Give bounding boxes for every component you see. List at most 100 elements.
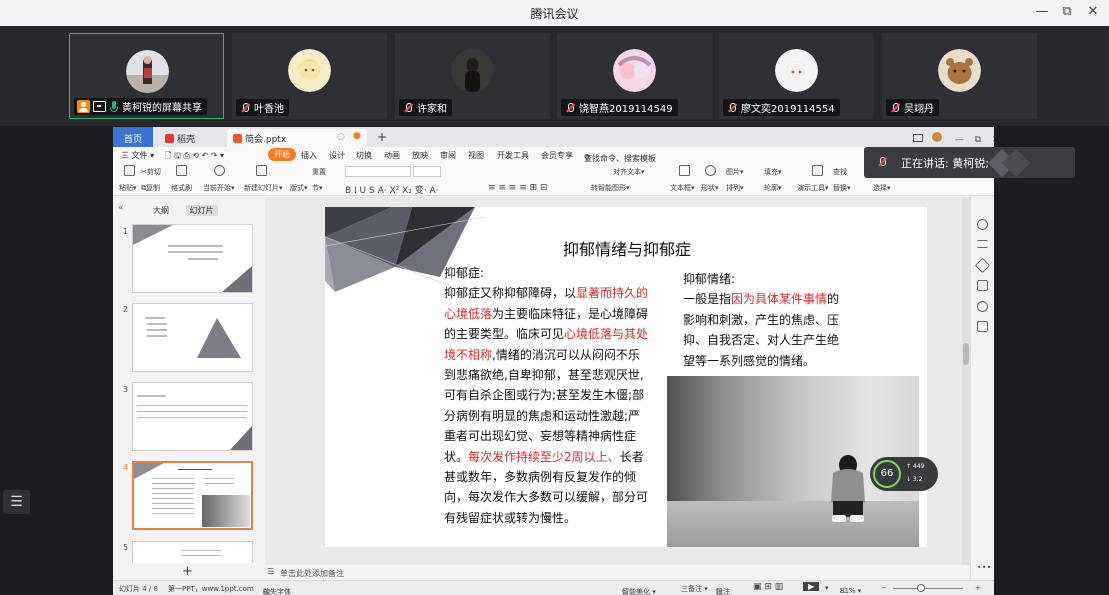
present-tools-icon[interactable]	[812, 165, 823, 176]
notes-bar[interactable]: ☰ 单击此处添加备注	[265, 565, 962, 580]
highlight-run: 每次发作持续至少2周以上、	[468, 449, 620, 464]
format-painter-icon[interactable]	[176, 165, 187, 176]
format-painter-button[interactable]: 格式刷	[171, 183, 192, 193]
restore-icon[interactable]: ⧉	[975, 135, 981, 145]
tab-close-icon[interactable]: ○	[337, 132, 345, 142]
participant-tile[interactable]: 叶香池	[232, 33, 387, 119]
tab-outline[interactable]: 大纲	[153, 206, 169, 215]
thumb-line	[152, 493, 194, 494]
network-score: 66	[873, 460, 901, 488]
toolbar-toggle-button[interactable]: ☰	[3, 490, 30, 514]
tab-home[interactable]: 首页	[113, 127, 153, 147]
view-mode-buttons[interactable]: ▣ ⊞ ▥	[753, 582, 783, 592]
copy-icon[interactable]	[977, 280, 988, 291]
menu-member[interactable]: 会员专享	[541, 150, 573, 161]
section-button[interactable]: 节▾	[312, 183, 323, 193]
menu-start[interactable]: 开始	[268, 148, 296, 161]
start-from-current-button[interactable]: 当前开始▾	[203, 183, 235, 193]
close-icon[interactable]: ✕	[992, 135, 994, 145]
thumb-line	[152, 483, 194, 484]
new-slide-icon[interactable]	[256, 165, 267, 176]
font-name-select[interactable]	[345, 166, 411, 177]
slide-editing-area: 抑郁情绪与抑郁症 抑郁症: 抑郁症又称抑郁障碍，以显著而持久的心境低落为主要临床…	[265, 197, 965, 565]
minimize-button[interactable]: —	[1032, 4, 1052, 19]
slide-thumbnail[interactable]	[132, 224, 253, 293]
slide-thumbnail[interactable]	[132, 541, 253, 563]
menu-slideshow[interactable]: 放映	[412, 150, 428, 161]
participant-tile[interactable]: 廖文奕2019114554	[719, 33, 874, 119]
new-tab-button[interactable]: +	[371, 127, 393, 145]
menu-view[interactable]: 视图	[468, 150, 484, 161]
shape-icon[interactable]	[705, 165, 716, 176]
vertical-scrollbar[interactable]	[962, 197, 970, 565]
more-icon[interactable]: •••	[977, 563, 991, 572]
close-button[interactable]: ✕	[1083, 4, 1103, 19]
slide-thumbnail[interactable]	[132, 303, 253, 372]
find-button[interactable]: 查找	[833, 167, 847, 177]
tab-slides[interactable]: 幻灯片	[185, 205, 218, 216]
menu-review[interactable]: 审阅	[440, 150, 456, 161]
picture-button[interactable]: 图片▾	[726, 167, 744, 177]
cut-button[interactable]: ✂剪切	[141, 167, 161, 177]
paste-button[interactable]: 粘贴▾	[119, 183, 137, 193]
zoom-out-button[interactable]: −	[881, 584, 887, 592]
present-tools-button[interactable]: 演示工具▾	[797, 183, 829, 193]
slide-thumbnail-selected[interactable]	[132, 461, 253, 530]
quick-toolbar[interactable]: 🗋 🖫 ⎙ ⟲ ↶ ↷ ▾	[165, 150, 224, 164]
notes-toggle-button[interactable]: 三备注 ▾	[681, 584, 708, 594]
settings-icon[interactable]	[977, 321, 988, 332]
tab-shell[interactable]: 稻壳	[159, 129, 201, 147]
copy-button[interactable]: ⧉复制	[141, 183, 160, 193]
menu-design[interactable]: 设计	[329, 150, 345, 161]
play-slideshow-button[interactable]: ▶	[803, 582, 820, 591]
magic-icon[interactable]	[977, 219, 988, 230]
slide-thumbnail[interactable]	[132, 382, 253, 451]
participant-tile[interactable]: 吴翊丹	[882, 33, 1037, 119]
arrange-button[interactable]: 排列▾	[726, 183, 744, 193]
play-icon[interactable]	[214, 165, 225, 176]
menu-devtools[interactable]: 开发工具	[497, 150, 529, 161]
menu-animation[interactable]: 动画	[384, 150, 400, 161]
fill-button[interactable]: 填充▾	[764, 167, 782, 177]
thumb-line	[178, 469, 212, 470]
avatar[interactable]	[931, 132, 942, 142]
reset-button[interactable]: 重置	[312, 167, 326, 177]
paste-icon[interactable]	[124, 165, 135, 176]
textbox-icon[interactable]	[679, 165, 690, 176]
text-format-tools[interactable]: B I U S A· X² X₂ 变· A·	[345, 183, 438, 196]
pin-icon[interactable]	[974, 257, 991, 274]
collapse-pane-icon[interactable]: «	[118, 203, 124, 213]
shape-button[interactable]: 形状▾	[701, 183, 719, 193]
layout-icon[interactable]	[913, 134, 923, 142]
current-slide[interactable]: 抑郁情绪与抑郁症 抑郁症: 抑郁症又称抑郁障碍，以显著而持久的心境低落为主要临床…	[325, 207, 927, 547]
paragraph-tools[interactable]: ≡ ≡ ≡ ≡ ⊞ ⊟	[488, 183, 548, 193]
textbox-button[interactable]: 文本框▾	[670, 183, 695, 193]
zoom-slider-thumb[interactable]	[917, 584, 925, 592]
help-icon[interactable]	[977, 301, 988, 312]
minimize-icon[interactable]: —	[955, 135, 964, 145]
menu-insert[interactable]: 插入	[301, 150, 317, 161]
participant-tile[interactable]: 饶智燕2019114549	[557, 33, 712, 119]
new-slide-button[interactable]: 新建幻灯片▾	[244, 183, 283, 193]
adjust-icon[interactable]	[977, 240, 988, 248]
align-text-button[interactable]: 对齐文本▾	[613, 167, 645, 177]
font-size-select[interactable]	[413, 166, 441, 177]
smartart-button[interactable]: 转智能图形▾	[591, 183, 630, 193]
replace-button[interactable]: 替换▾	[833, 183, 851, 193]
select-button[interactable]: 选择▾	[873, 183, 891, 193]
restore-button[interactable]: ⧉	[1057, 4, 1077, 19]
tab-document[interactable]: 简会.pptx ○ ●	[227, 129, 367, 147]
mic-muted-icon	[564, 102, 576, 114]
menu-file[interactable]: 三 文件 ▾	[121, 150, 154, 161]
play-menu-icon[interactable]: ▾	[825, 584, 829, 592]
scroll-thumb[interactable]	[963, 343, 969, 365]
participant-tile[interactable]: 许家和	[395, 33, 550, 119]
layout-button[interactable]: 版式▾	[290, 183, 308, 193]
menu-transition[interactable]: 切换	[356, 150, 372, 161]
network-speed-widget[interactable]: 66 ↑ 449 ↓ 3.2	[870, 457, 938, 491]
outline-button[interactable]: 轮廓▾	[764, 183, 782, 193]
zoom-in-button[interactable]: +	[975, 584, 981, 592]
zoom-slider[interactable]	[893, 588, 963, 589]
add-slide-button[interactable]: +	[182, 564, 193, 579]
participant-tile-screenshare[interactable]: 黄柯锐的屏幕共享	[69, 33, 224, 119]
